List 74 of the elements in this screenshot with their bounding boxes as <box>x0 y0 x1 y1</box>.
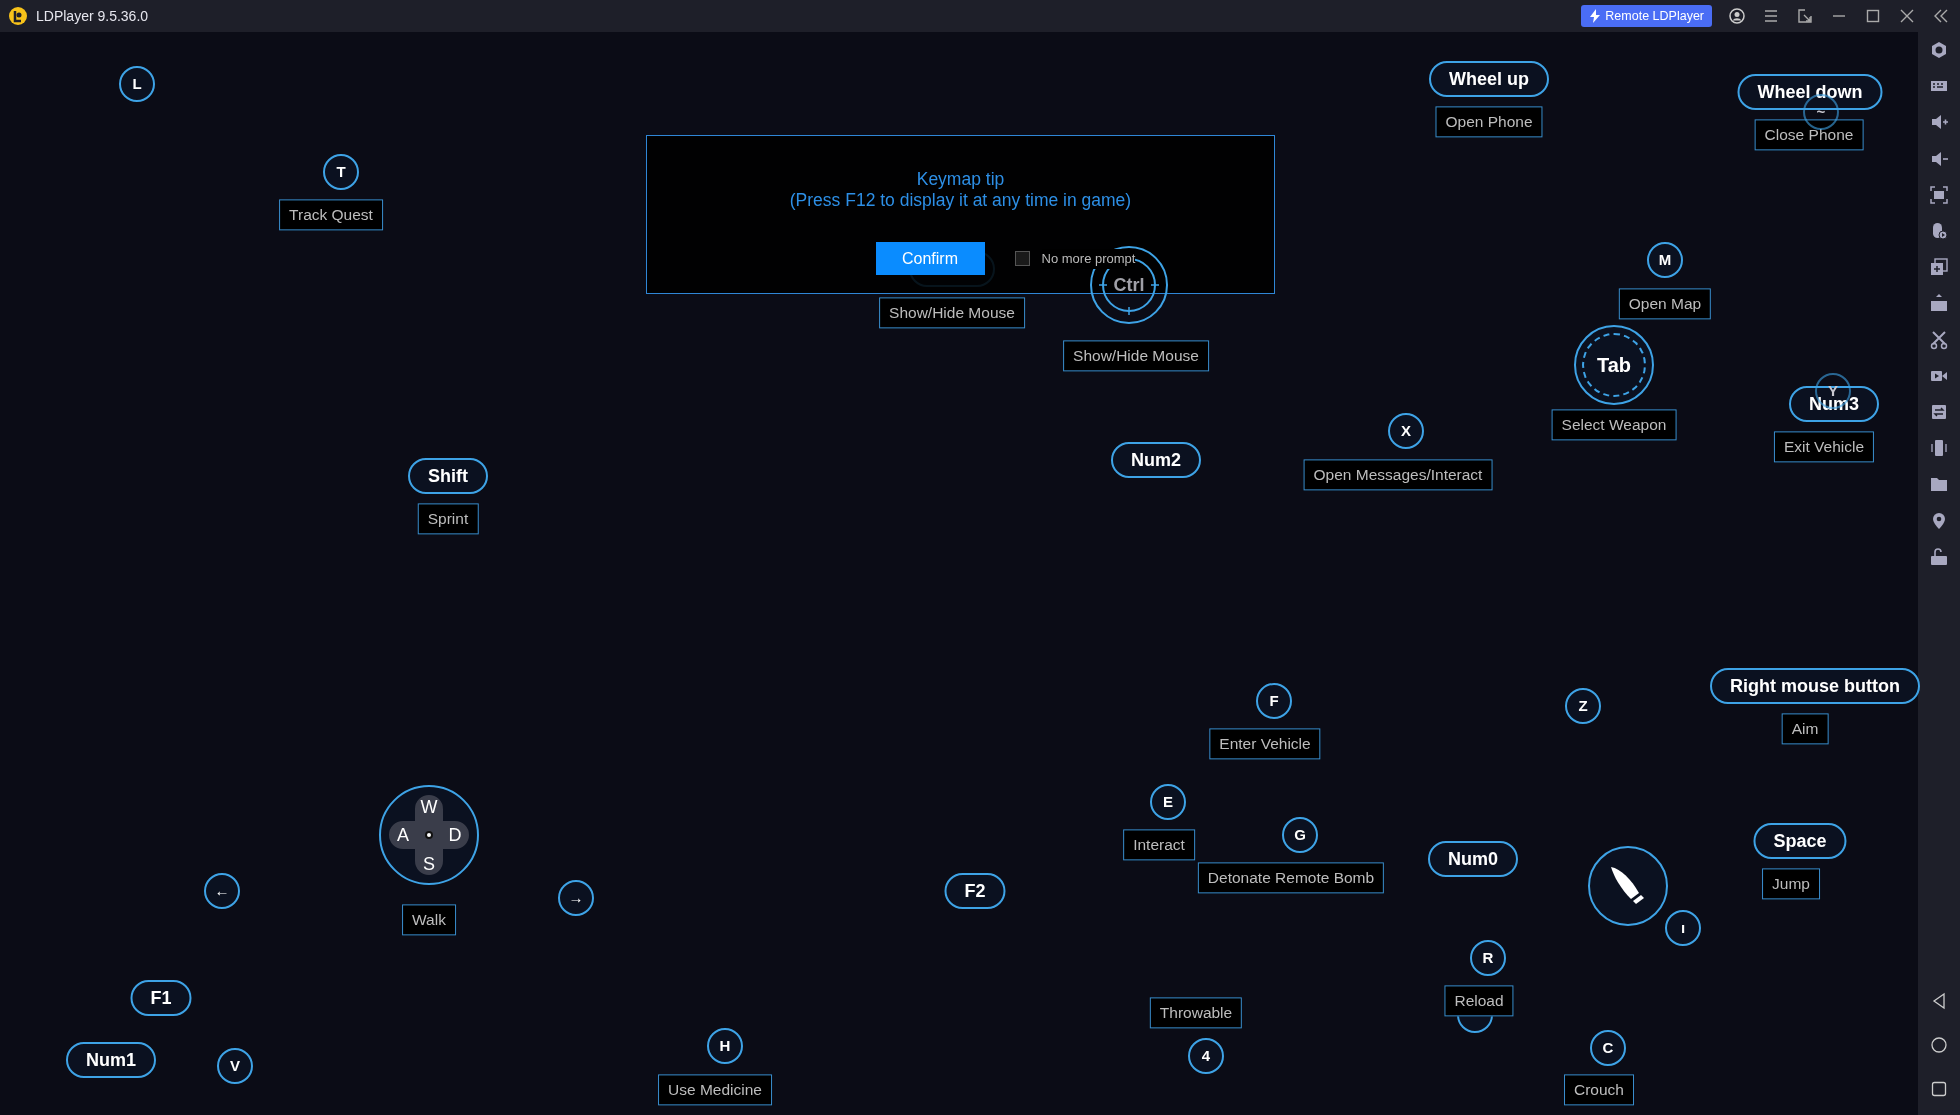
action-label: Exit Vehicle <box>1773 431 1875 463</box>
menu-icon[interactable] <box>1762 7 1780 25</box>
action-label: Walk <box>402 904 456 936</box>
action-label: Sprint <box>417 503 479 535</box>
screenshot-icon[interactable] <box>1929 184 1949 205</box>
key-badge: Num0 <box>1428 841 1518 877</box>
key-badge: T <box>323 154 359 190</box>
recent-apps-icon[interactable] <box>1929 1079 1949 1099</box>
apk-icon[interactable] <box>1929 293 1949 314</box>
action-label: Jump <box>1762 868 1820 900</box>
action-label: Crouch <box>1564 1074 1634 1106</box>
key-badge: R <box>1470 940 1506 976</box>
key-badge: ı <box>1665 910 1701 946</box>
window-title: LDPlayer 9.5.36.0 <box>36 6 149 26</box>
key-badge: G <box>1282 817 1318 853</box>
key-badge: F1 <box>130 980 192 1016</box>
action-label: Open Map <box>1618 288 1712 320</box>
key-badge: E <box>1150 784 1186 820</box>
key-badge: M <box>1647 242 1683 278</box>
scissors-icon[interactable] <box>1929 329 1949 350</box>
key-badge: Space <box>1753 823 1847 859</box>
action-label: Interact <box>1123 829 1195 861</box>
key-badge: 4 <box>1188 1038 1224 1074</box>
logo-icon <box>8 6 28 26</box>
action-label: Show/Hide Mouse <box>879 297 1025 329</box>
action-label: Reload <box>1444 985 1514 1017</box>
action-label: Select Weapon <box>1551 409 1677 441</box>
key-badge: ← <box>204 873 240 909</box>
key-badge: F <box>1256 683 1292 719</box>
action-label: Close Phone <box>1754 119 1864 151</box>
key-badge: Shift <box>408 458 488 494</box>
key-badge: L <box>119 66 155 102</box>
resize-icon[interactable] <box>1796 7 1814 25</box>
dialog-title: Keymap tip <box>916 169 1005 190</box>
action-label: Enter Vehicle <box>1209 728 1321 760</box>
key-badge: Num2 <box>1111 442 1201 478</box>
key-badge: Z <box>1565 688 1601 724</box>
action-label: Aim <box>1781 713 1829 745</box>
action-label: Track Quest <box>279 199 383 231</box>
action-label: Detonate Remote Bomb <box>1197 862 1385 894</box>
action-label: Throwable <box>1149 997 1243 1029</box>
home-icon[interactable] <box>1929 1035 1949 1055</box>
maximize-icon[interactable] <box>1864 7 1882 25</box>
close-icon[interactable] <box>1898 7 1916 25</box>
remote-button[interactable]: Remote LDPlayer <box>1581 4 1712 28</box>
settings-icon[interactable] <box>1929 40 1949 60</box>
dialog-message: (Press F12 to display it at any time in game) <box>789 189 1132 211</box>
action-label: Show/Hide Mouse <box>1063 340 1209 372</box>
key-badge: C <box>1590 1030 1626 1066</box>
action-label: Open Messages/Interact <box>1303 459 1493 491</box>
user-icon[interactable] <box>1728 7 1746 25</box>
key-badge: Wheel up <box>1429 61 1549 97</box>
action-label: Use Medicine <box>658 1074 772 1106</box>
key-letter: Ctrl <box>1113 273 1145 297</box>
key-badge: F2 <box>944 873 1006 909</box>
phone-vibrate-icon[interactable] <box>1929 438 1949 459</box>
key-letter: W <box>420 795 438 819</box>
collapse-icon[interactable] <box>1932 7 1950 25</box>
key-badge: → <box>558 880 594 916</box>
checkbox-label[interactable]: No more prompt <box>1041 249 1136 269</box>
weapon-wheel-key: Tab <box>1574 325 1654 405</box>
key-letter: D <box>448 823 462 847</box>
lightning-icon <box>1589 9 1602 23</box>
add-window-icon[interactable] <box>1929 257 1949 278</box>
key-letter: A <box>397 823 409 847</box>
action-label: Open Phone <box>1435 106 1543 138</box>
key-badge: Num1 <box>66 1042 156 1078</box>
key-badge: Right mouse button <box>1710 668 1920 704</box>
checkbox[interactable] <box>1014 251 1030 267</box>
key-badge: V <box>217 1048 253 1084</box>
key-badge: X <box>1388 413 1424 449</box>
center-dot <box>425 831 433 839</box>
key-badge: H <box>707 1028 743 1064</box>
key-letter: S <box>423 852 435 876</box>
